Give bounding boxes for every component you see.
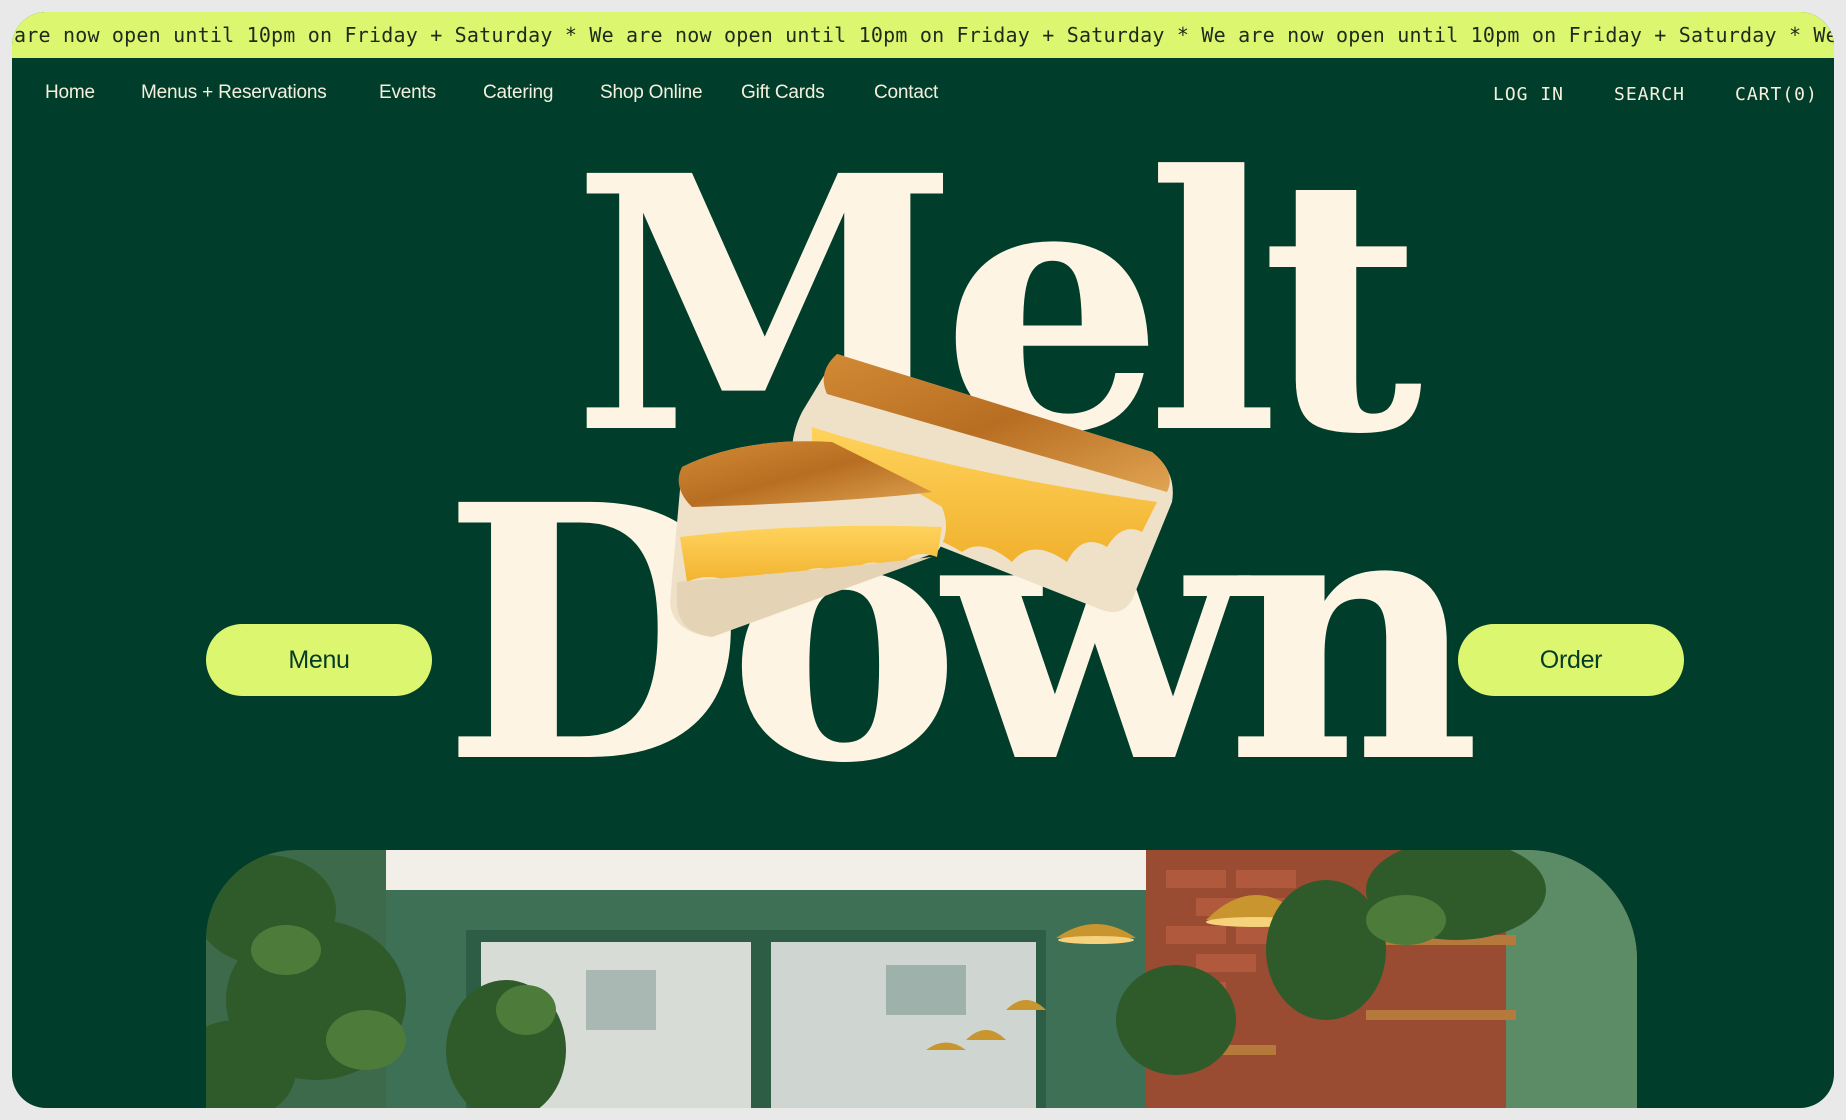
cafe-interior-photo (206, 850, 1637, 1108)
menu-button[interactable]: Menu (206, 624, 432, 696)
browser-frame: are now open until 10pm on Friday + Satu… (12, 12, 1834, 1108)
nav-events[interactable]: Events (379, 82, 436, 104)
login-link[interactable]: LOG IN (1493, 84, 1564, 105)
nav-home[interactable]: Home (45, 82, 95, 104)
ticker-text: are now open until 10pm on Friday + Satu… (14, 23, 1834, 47)
nav-menus-reservations[interactable]: Menus + Reservations (141, 82, 327, 104)
announcement-ticker: are now open until 10pm on Friday + Satu… (12, 12, 1834, 58)
cafe-interior-illustration (206, 850, 1637, 1108)
nav-catering[interactable]: Catering (483, 82, 553, 104)
grilled-cheese-sandwich-image (670, 354, 1173, 637)
search-link[interactable]: SEARCH (1614, 84, 1685, 105)
order-button[interactable]: Order (1458, 624, 1684, 696)
cart-link[interactable]: CART(0) (1735, 84, 1818, 105)
